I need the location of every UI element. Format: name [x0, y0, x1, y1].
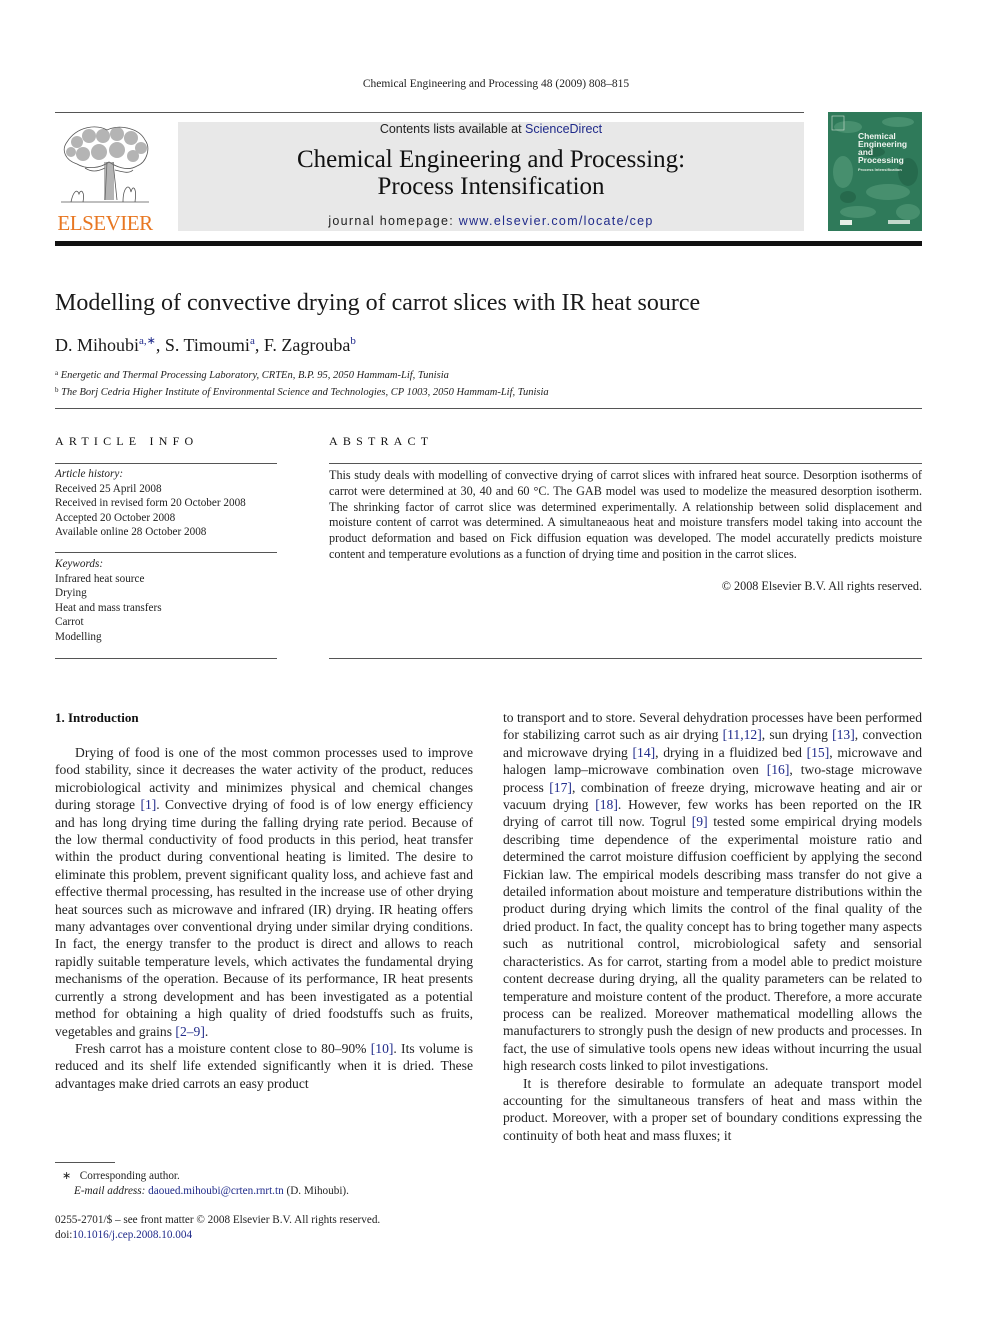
- author-separator: ,: [155, 335, 165, 355]
- cover-title: Chemical Engineering and Processing: [858, 131, 908, 165]
- homepage-prefix: journal homepage:: [328, 214, 459, 228]
- citation-link[interactable]: [10]: [371, 1041, 394, 1056]
- email-label: E-mail address:: [74, 1185, 146, 1197]
- running-header: Chemical Engineering and Processing 48 (…: [362, 78, 630, 90]
- author-name[interactable]: S. Timoumi: [165, 335, 250, 355]
- body-paragraph: Fresh carrot has a moisture content clos…: [55, 1040, 473, 1092]
- body-column-right: to transport and to store. Several dehyd…: [503, 709, 922, 1144]
- citation-link[interactable]: [9]: [692, 814, 708, 829]
- journal-banner: Contents lists available at ScienceDirec…: [178, 122, 804, 231]
- footnote-mark: ∗: [62, 1170, 72, 1182]
- doi-link[interactable]: 10.1016/j.cep.2008.10.004: [72, 1229, 192, 1241]
- article-title: Modelling of convective drying of carrot…: [55, 290, 701, 316]
- elsevier-logo[interactable]: ELSEVIER: [55, 122, 155, 235]
- citation-link[interactable]: [16]: [767, 762, 790, 777]
- keyword-item: Drying: [55, 587, 87, 599]
- journal-homepage-link[interactable]: www.elsevier.com/locate/cep: [459, 214, 654, 228]
- citation-link[interactable]: [15]: [807, 745, 830, 760]
- journal-title: Chemical Engineering and Processing: Pro…: [178, 146, 804, 200]
- article-info-rule: [55, 552, 277, 553]
- body-column-left: Drying of food is one of the most common…: [55, 744, 473, 1092]
- title-block-rule: [55, 408, 922, 409]
- paragraph-text: , drying in a fluidized bed: [655, 744, 807, 760]
- contents-line: Contents lists available at ScienceDirec…: [178, 122, 804, 136]
- abstract-rule: [329, 463, 922, 464]
- header-thick-rule: [55, 241, 922, 246]
- front-matter: 0255-2701/$ – see front matter © 2008 El…: [55, 1213, 380, 1243]
- author-separator: ,: [254, 335, 264, 355]
- article-info-rule: [55, 463, 277, 464]
- keyword-item: Heat and mass transfers: [55, 601, 162, 614]
- history-item: Available online 28 October 2008: [55, 526, 207, 538]
- abstract-copyright: © 2008 Elsevier B.V. All rights reserved…: [721, 579, 922, 593]
- issn-line: 0255-2701/$ – see front matter © 2008 El…: [55, 1214, 381, 1226]
- body-paragraph: Drying of food is one of the most common…: [55, 744, 473, 1040]
- paragraph-text: .: [204, 1023, 209, 1039]
- keyword-item: Infrared heat source: [55, 572, 145, 585]
- paragraph-text: It is therefore desirable to formulate a…: [503, 1075, 922, 1143]
- email-suffix: (D. Mihoubi).: [283, 1185, 349, 1197]
- corresponding-author-note: Corresponding author.: [79, 1170, 180, 1182]
- body-paragraph: to transport and to store. Several dehyd…: [503, 709, 922, 1075]
- paragraph-text: . Convective drying of food is of low en…: [55, 797, 473, 1039]
- footnote: ∗ Corresponding author. E-mail address: …: [62, 1169, 349, 1199]
- abstract-text: This study deals with modelling of conve…: [329, 468, 922, 561]
- citation-link[interactable]: [11,12]: [723, 727, 762, 742]
- sciencedirect-link[interactable]: ScienceDirect: [525, 122, 602, 136]
- citation-link[interactable]: [17]: [549, 780, 572, 795]
- history-item: Received 25 April 2008: [55, 482, 162, 495]
- contents-prefix: Contents lists available at: [379, 122, 526, 136]
- citation-link[interactable]: [18]: [595, 797, 618, 812]
- journal-title-line-1: Chemical Engineering and Processing:: [296, 146, 686, 173]
- citation-link[interactable]: [14]: [633, 745, 656, 760]
- journal-cover-image[interactable]: Chemical Engineering and Processing Proc…: [828, 112, 922, 231]
- history-item: Received in revised form 20 October 2008: [55, 497, 246, 509]
- paragraph-text: Fresh carrot has a moisture content clos…: [75, 1040, 371, 1056]
- doi-prefix: doi:: [55, 1229, 73, 1241]
- abstract-heading: ABSTRACT: [329, 434, 434, 448]
- keywords-label: Keywords:: [55, 558, 104, 570]
- elsevier-wordmark: ELSEVIER: [57, 211, 153, 235]
- keywords: Keywords: Infrared heat source Drying He…: [55, 557, 277, 644]
- homepage-line: journal homepage: www.elsevier.com/locat…: [178, 214, 804, 228]
- affiliations: a Energetic and Thermal Processing Labor…: [55, 366, 549, 400]
- citation-link[interactable]: [13]: [832, 727, 855, 742]
- paragraph-text: tested some empirical drying models desc…: [503, 814, 922, 1074]
- article-info-rule: [55, 658, 277, 659]
- keyword-item: Modelling: [55, 630, 102, 643]
- history-item: Accepted 20 October 2008: [55, 511, 176, 524]
- keyword-item: Carrot: [55, 616, 84, 628]
- author-affiliation-mark[interactable]: a,∗: [139, 335, 156, 347]
- paragraph-text: , sun drying: [761, 727, 833, 743]
- abstract-rule: [329, 658, 922, 659]
- article-history-label: Article history:: [55, 468, 124, 480]
- author-affiliation-mark[interactable]: b: [350, 335, 356, 347]
- journal-title-line-2: Process Intensification: [377, 173, 605, 200]
- section-heading: 1. Introduction: [55, 710, 139, 725]
- author-list: D. Mihoubia,∗, S. Timoumia, F. Zagroubab: [55, 334, 356, 356]
- affiliation-item: b The Borj Cedria Higher Institute of En…: [55, 386, 549, 398]
- author-name[interactable]: D. Mihoubi: [55, 335, 139, 355]
- article-info-heading: ARTICLE INFO: [55, 434, 199, 448]
- elsevier-tree-icon: [61, 126, 149, 203]
- footnote-rule: [55, 1162, 115, 1163]
- header-rule: [55, 112, 804, 113]
- cover-subtitle: Process Intensification: [858, 167, 902, 172]
- body-paragraph: It is therefore desirable to formulate a…: [503, 1075, 922, 1145]
- author-name[interactable]: F. Zagrouba: [264, 335, 351, 355]
- citation-link[interactable]: [1]: [140, 797, 156, 812]
- citation-link[interactable]: [2–9]: [175, 1024, 204, 1039]
- email-link[interactable]: daoued.mihoubi@crten.rnrt.tn: [148, 1185, 284, 1197]
- article-history: Article history: Received 25 April 2008 …: [55, 467, 277, 540]
- affiliation-item: a Energetic and Thermal Processing Labor…: [55, 369, 449, 381]
